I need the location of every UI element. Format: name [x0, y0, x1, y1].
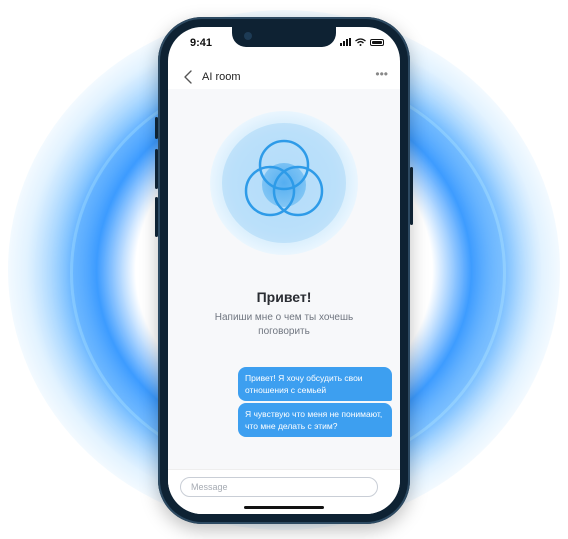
home-indicator — [244, 506, 324, 509]
greeting-title: Привет! — [256, 289, 312, 305]
status-time: 9:41 — [190, 37, 213, 49]
side-button-left-1 — [155, 117, 158, 139]
status-icons — [340, 38, 384, 46]
camera-icon — [244, 32, 252, 40]
side-button-left-3 — [155, 197, 158, 237]
stage: 9:41 AI room ••• Привет! Напиши мне о че… — [0, 0, 568, 539]
wifi-icon — [355, 38, 366, 46]
page-title: AI room — [202, 71, 241, 83]
more-horizontal-icon[interactable]: ••• — [375, 67, 388, 81]
message-bubble: Я чувствую что меня не понимают, что мне… — [238, 403, 392, 437]
message-input[interactable] — [180, 477, 378, 497]
notch — [232, 27, 336, 47]
greeting-subtitle: Напиши мне о чем ты хочешь поговорить — [214, 312, 354, 337]
cellular-signal-icon — [340, 38, 351, 46]
side-button-right — [410, 167, 413, 225]
ai-orb-rings-icon — [210, 111, 358, 255]
composer-bar — [168, 469, 400, 514]
phone-frame: 9:41 AI room ••• Привет! Напиши мне о че… — [155, 17, 413, 524]
chat-area: Привет! Напиши мне о чем ты хочешь погов… — [168, 89, 400, 469]
battery-icon — [370, 38, 384, 46]
side-button-left-2 — [155, 149, 158, 189]
phone-screen: 9:41 AI room ••• Привет! Напиши мне о че… — [168, 27, 400, 514]
message-bubble: Привет! Я хочу обсудить свои отношения с… — [238, 367, 392, 401]
chevron-left-icon[interactable] — [182, 69, 196, 85]
